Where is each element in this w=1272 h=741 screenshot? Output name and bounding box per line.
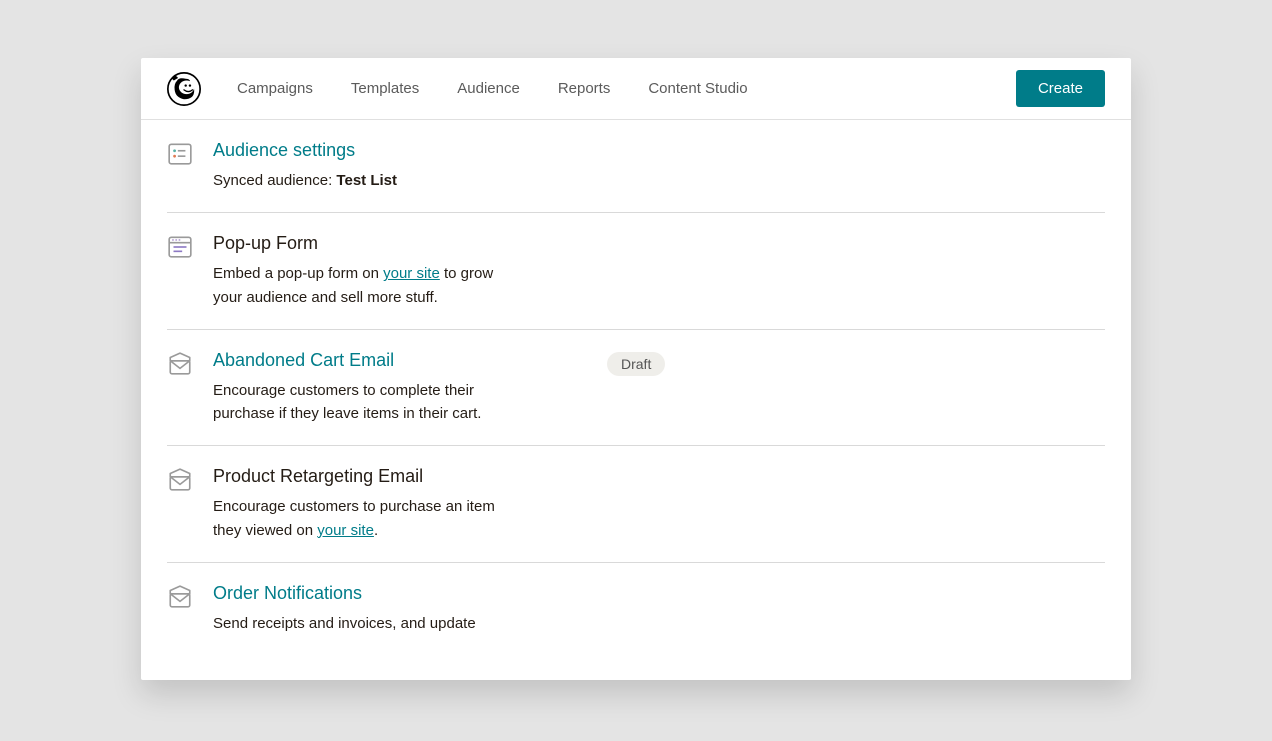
email-icon	[167, 351, 193, 377]
your-site-link[interactable]: your site	[383, 265, 440, 282]
row-desc-product-retargeting: Encourage customers to purchase an item …	[213, 495, 513, 542]
create-button[interactable]: Create	[1016, 70, 1105, 107]
nav-content-studio[interactable]: Content Studio	[648, 80, 747, 97]
row-desc-popup-form: Embed a pop-up form on your site to grow…	[213, 262, 513, 309]
status-badge-draft: Draft	[607, 352, 665, 376]
topbar: Campaigns Templates Audience Reports Con…	[141, 58, 1131, 120]
row-title-audience-settings[interactable]: Audience settings	[213, 140, 397, 161]
nav-audience[interactable]: Audience	[457, 80, 520, 97]
row-desc-audience-settings: Synced audience: Test List	[213, 169, 397, 192]
nav-campaigns[interactable]: Campaigns	[237, 80, 313, 97]
row-title-order-notifications[interactable]: Order Notifications	[213, 583, 476, 604]
nav-templates[interactable]: Templates	[351, 80, 419, 97]
main-nav: Campaigns Templates Audience Reports Con…	[237, 80, 748, 97]
settings-card-icon	[167, 141, 193, 167]
form-icon	[167, 234, 193, 260]
row-audience-settings: Audience settings Synced audience: Test …	[167, 120, 1105, 213]
nav-reports[interactable]: Reports	[558, 80, 611, 97]
row-title-popup-form: Pop-up Form	[213, 233, 513, 254]
mailchimp-logo-icon[interactable]	[167, 72, 201, 106]
email-icon	[167, 584, 193, 610]
row-popup-form: Pop-up Form Embed a pop-up form on your …	[167, 213, 1105, 330]
row-desc-order-notifications: Send receipts and invoices, and update	[213, 612, 476, 635]
app-window: Campaigns Templates Audience Reports Con…	[141, 58, 1131, 680]
your-site-link[interactable]: your site	[317, 522, 374, 539]
row-product-retargeting: Product Retargeting Email Encourage cust…	[167, 446, 1105, 563]
settings-list: Audience settings Synced audience: Test …	[141, 120, 1131, 680]
row-abandoned-cart: Abandoned Cart Email Encourage customers…	[167, 330, 1105, 447]
row-order-notifications: Order Notifications Send receipts and in…	[167, 563, 1105, 655]
row-desc-abandoned-cart: Encourage customers to complete their pu…	[213, 379, 513, 426]
row-title-product-retargeting: Product Retargeting Email	[213, 466, 513, 487]
email-icon	[167, 467, 193, 493]
row-title-abandoned-cart[interactable]: Abandoned Cart Email	[213, 350, 513, 371]
